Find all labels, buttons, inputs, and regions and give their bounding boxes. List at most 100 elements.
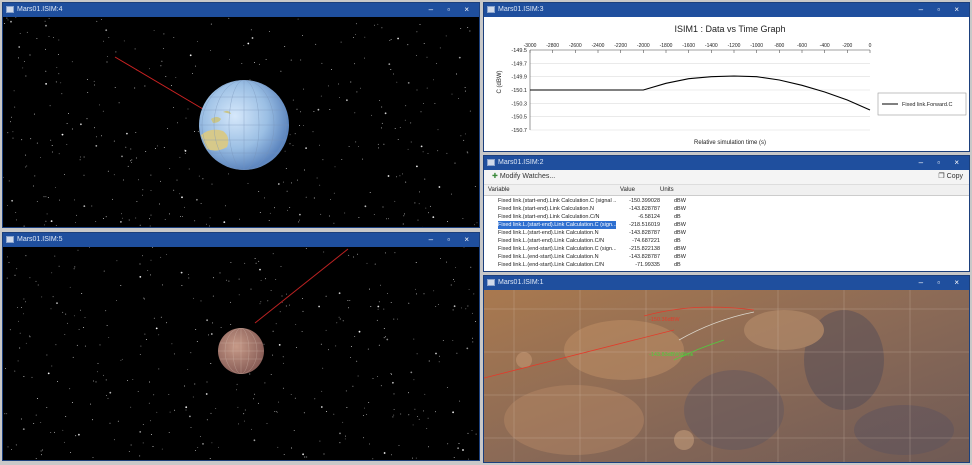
watch-row[interactable]: Fixed link.L.(start-end).Link Calculatio…: [484, 221, 969, 229]
window-controls[interactable]: – ▫ ×: [429, 3, 475, 17]
star: [325, 295, 327, 297]
star: [384, 252, 386, 254]
star: [25, 342, 27, 344]
star: [290, 394, 292, 395]
star: [167, 127, 169, 129]
watch-units: dBW: [674, 230, 686, 236]
legend-label: Fixed link.Forward.C: [902, 102, 952, 108]
star: [243, 413, 245, 415]
star: [280, 266, 282, 267]
isim2-titlebar[interactable]: Mars01.ISIM:2 – ▫ ×: [484, 156, 969, 170]
watch-units: dB: [674, 214, 681, 220]
star: [383, 337, 385, 339]
header-variable[interactable]: Variable: [488, 185, 510, 195]
star: [130, 160, 131, 162]
watch-row[interactable]: Fixed link.(start-end).Link Calculation.…: [484, 205, 969, 213]
star: [185, 406, 188, 409]
mars-map-viewport[interactable]: -150.36dBW -143.83dBW@link: [484, 290, 969, 462]
star: [323, 453, 325, 455]
star: [105, 216, 107, 218]
window-icon: [487, 279, 495, 286]
header-value[interactable]: Value: [620, 185, 635, 195]
watch-row[interactable]: Fixed link.L.(start-end).Link Calculatio…: [484, 229, 969, 237]
star: [132, 379, 134, 380]
star: [450, 193, 452, 195]
header-units[interactable]: Units: [660, 185, 674, 195]
star: [187, 368, 189, 370]
isim4-window[interactable]: Mars01.ISIM:4 – ▫ ×: [2, 2, 480, 228]
star: [154, 148, 156, 150]
isim2-window[interactable]: Mars01.ISIM:2 – ▫ × ✚ Modify Watches... …: [483, 155, 970, 272]
isim4-titlebar[interactable]: Mars01.ISIM:4 – ▫ ×: [3, 3, 479, 17]
star: [364, 36, 366, 38]
star: [383, 143, 385, 145]
watch-row[interactable]: Fixed link.L.(start-end).Link Calculatio…: [484, 237, 969, 245]
star: [454, 280, 456, 282]
watch-row[interactable]: Fixed link.L.(end-start).Link Calculatio…: [484, 261, 969, 269]
star: [424, 393, 426, 395]
star: [397, 37, 399, 40]
isim3-window[interactable]: Mars01.ISIM:3 – ▫ × ISIM1 : Data vs Time…: [483, 2, 970, 152]
modify-watches-button[interactable]: ✚ Modify Watches...: [492, 170, 555, 184]
star: [272, 330, 274, 332]
star: [149, 225, 151, 227]
watch-row[interactable]: Fixed link.L.(end-start).Link Calculatio…: [484, 253, 969, 261]
star: [14, 370, 16, 372]
star: [265, 278, 267, 280]
star: [17, 306, 19, 308]
star: [377, 308, 379, 310]
star: [276, 410, 278, 412]
isim4-viewport[interactable]: [3, 16, 479, 227]
copy-button[interactable]: ❐ Copy: [938, 170, 963, 184]
isim5-viewport[interactable]: [3, 246, 479, 460]
star: [220, 326, 222, 328]
star: [163, 147, 165, 149]
isim5-window[interactable]: Mars01.ISIM:5 – ▫ ×: [2, 232, 480, 461]
star: [254, 393, 256, 395]
star: [210, 412, 212, 414]
star: [380, 385, 382, 387]
window-controls[interactable]: – ▫ ×: [429, 233, 475, 247]
x-tick-label: -1000: [750, 43, 763, 49]
star: [296, 346, 297, 348]
star: [422, 226, 423, 227]
star: [380, 284, 381, 286]
star: [321, 62, 323, 64]
star: [476, 222, 478, 224]
star: [47, 372, 50, 375]
window-controls[interactable]: – ▫ ×: [919, 3, 965, 17]
star: [105, 310, 107, 312]
isim3-titlebar[interactable]: Mars01.ISIM:3 – ▫ ×: [484, 3, 969, 17]
star: [67, 322, 68, 324]
star: [266, 423, 268, 424]
star: [434, 102, 436, 104]
star: [33, 422, 35, 424]
star: [230, 262, 232, 264]
star: [94, 127, 95, 129]
star: [196, 341, 198, 343]
isim1-window[interactable]: Mars01.ISIM:1 – ▫ × -150.36dBW -143.83dB…: [483, 275, 970, 463]
star: [45, 70, 47, 72]
isim5-titlebar[interactable]: Mars01.ISIM:5 – ▫ ×: [3, 233, 479, 247]
window-controls[interactable]: – ▫ ×: [919, 156, 965, 170]
isim1-titlebar[interactable]: Mars01.ISIM:1 – ▫ ×: [484, 276, 969, 290]
star: [357, 253, 359, 255]
watch-variable: Fixed link.L.(start-end).Link Calculatio…: [498, 230, 599, 236]
star: [306, 456, 308, 458]
star: [285, 167, 287, 169]
watch-row[interactable]: Fixed link.(start-end).Link Calculation.…: [484, 197, 969, 205]
star: [36, 200, 38, 202]
watch-row[interactable]: Fixed link.(start-end).Link Calculation.…: [484, 213, 969, 221]
star: [66, 123, 68, 125]
star: [345, 435, 346, 437]
star: [458, 56, 461, 59]
watch-value: -71.99335: [635, 262, 660, 268]
star: [305, 248, 307, 249]
window-controls[interactable]: – ▫ ×: [919, 276, 965, 290]
mars-map: -150.36dBW -143.83dBW@link: [484, 290, 969, 462]
star: [259, 212, 261, 213]
star: [65, 313, 67, 315]
watch-row[interactable]: Fixed link.L.(end-start).Link Calculatio…: [484, 245, 969, 253]
star: [339, 97, 340, 99]
star: [58, 73, 60, 75]
